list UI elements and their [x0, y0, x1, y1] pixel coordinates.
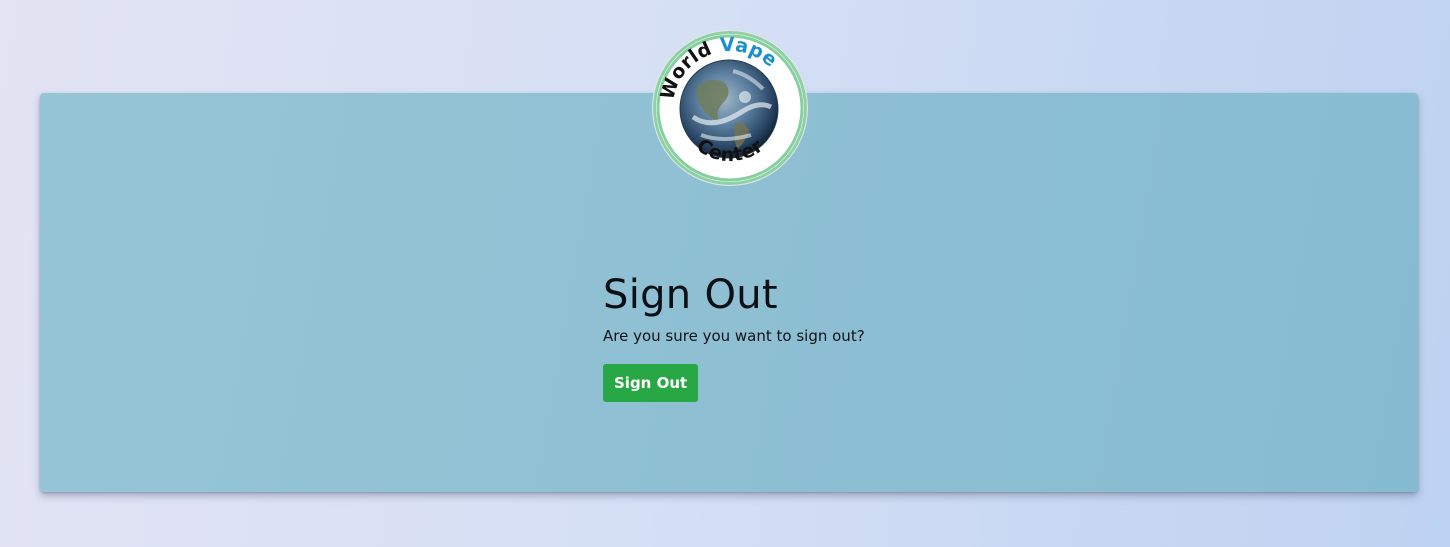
sign-out-button[interactable]: Sign Out	[603, 364, 699, 402]
earth-globe-icon	[679, 59, 779, 159]
signout-content: Sign Out Are you sure you want to sign o…	[603, 272, 1003, 402]
signout-confirmation-text: Are you sure you want to sign out?	[603, 327, 865, 345]
page-title: Sign Out	[603, 272, 778, 318]
world-vape-center-logo: World Vape Center	[653, 31, 807, 185]
